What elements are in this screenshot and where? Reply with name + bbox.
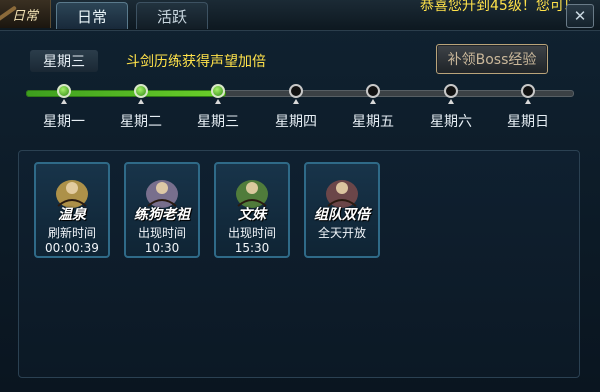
activity-title: 练狗老祖: [134, 207, 190, 223]
activity-time-value: 15:30: [234, 241, 270, 255]
day-node: [444, 84, 458, 98]
activity-time-label: 全天开放: [317, 226, 366, 240]
day-node: [289, 84, 303, 98]
day-label: 星期三: [197, 114, 239, 130]
activity-card[interactable]: 练狗老祖出现时间 10:30: [124, 162, 200, 258]
activity-time-value: 10:30: [144, 241, 180, 255]
current-day-badge: 星期三: [30, 50, 98, 72]
activity-card[interactable]: 组队双倍 全天开放: [304, 162, 380, 258]
day-label: 星期四: [275, 114, 317, 130]
day-label: 星期二: [120, 114, 162, 130]
activity-time-label: 出现时间: [137, 226, 186, 240]
close-icon: ✕: [573, 7, 587, 25]
tab-active-label: 活跃: [156, 7, 187, 26]
day-label: 星期五: [352, 114, 394, 130]
tab-daily-label: 日常: [76, 7, 107, 26]
activity-time-value: 00:00:39: [45, 241, 99, 255]
week-progress-fill: [26, 90, 226, 97]
tab-daily[interactable]: 日常: [56, 2, 128, 29]
activity-title: 文妹: [238, 207, 266, 223]
day-node: [57, 84, 71, 98]
day-label: 星期六: [430, 114, 472, 130]
activity-title: 温泉: [58, 207, 86, 223]
day-pointer-icon: [448, 99, 454, 104]
activity-title: 组队双倍: [314, 207, 370, 223]
tab-active[interactable]: 活跃: [136, 2, 208, 29]
day-node: [134, 84, 148, 98]
day-pointer-icon: [370, 99, 376, 104]
day-pointer-icon: [293, 99, 299, 104]
day-pointer-icon: [525, 99, 531, 104]
day-label: 星期一: [43, 114, 85, 130]
window-title: 日常: [0, 0, 51, 28]
day-pointer-icon: [138, 99, 144, 104]
day-pointer-icon: [215, 99, 221, 104]
claim-boss-exp-button[interactable]: 补领Boss经验: [436, 44, 548, 74]
daily-bonus-text: 斗剑历练获得声望加倍: [126, 54, 266, 70]
day-label: 星期日: [507, 114, 549, 130]
system-ticker: 恭喜您升到45级！您可以去试: [420, 0, 570, 14]
day-pointer-icon: [61, 99, 67, 104]
activity-card[interactable]: 文妹出现时间 15:30: [214, 162, 290, 258]
activity-time-label: 出现时间: [227, 226, 276, 240]
day-node: [366, 84, 380, 98]
tab-bar: 日常 日常 活跃 恭喜您升到45级！您可以去试 ✕: [0, 0, 600, 31]
day-node: [521, 84, 535, 98]
activity-time-label: 刷新时间: [47, 226, 96, 240]
close-button[interactable]: ✕: [566, 4, 594, 28]
activity-card[interactable]: 温泉刷新时间 00:00:39: [34, 162, 110, 258]
day-node: [211, 84, 225, 98]
